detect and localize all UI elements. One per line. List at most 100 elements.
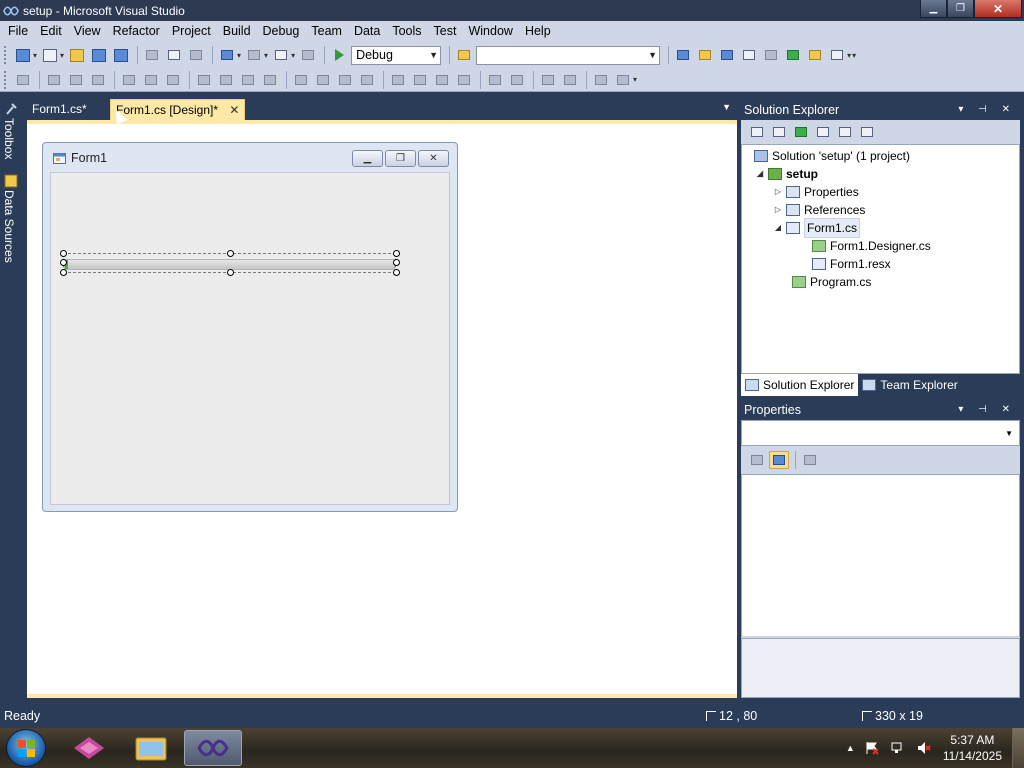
collapse-arrow-icon[interactable]: ◢ xyxy=(772,219,784,237)
undo-dropdown-icon[interactable]: ▾ xyxy=(237,51,241,60)
find-in-files-button[interactable] xyxy=(454,46,474,64)
new-project-dropdown-icon[interactable]: ▾ xyxy=(33,51,37,60)
menu-build[interactable]: Build xyxy=(217,21,257,42)
tab-form1-design[interactable]: Form1.cs [Design]* ✕ xyxy=(110,99,246,120)
undo-button[interactable] xyxy=(217,46,237,64)
make-same-height-button[interactable] xyxy=(238,71,258,89)
resize-handle[interactable] xyxy=(227,269,234,276)
make-vertical-spacing-equal-button[interactable] xyxy=(388,71,408,89)
extension-manager-button[interactable] xyxy=(761,46,781,64)
redo-dropdown-icon[interactable]: ▾ xyxy=(264,51,268,60)
increase-horizontal-spacing-button[interactable] xyxy=(313,71,333,89)
navigate-dropdown-icon[interactable]: ▾ xyxy=(291,51,295,60)
tree-item-program-cs[interactable]: Program.cs xyxy=(792,273,871,291)
volume-muted-icon[interactable] xyxy=(917,741,931,755)
menu-window[interactable]: Window xyxy=(462,21,518,42)
make-same-size-button[interactable] xyxy=(260,71,280,89)
align-to-grid-button[interactable] xyxy=(13,71,33,89)
menu-data[interactable]: Data xyxy=(348,21,386,42)
open-file-button[interactable] xyxy=(67,46,87,64)
resize-handle[interactable] xyxy=(227,250,234,257)
show-desktop-button[interactable] xyxy=(1012,728,1024,768)
categorized-button[interactable] xyxy=(747,451,767,469)
center-vertically-button[interactable] xyxy=(507,71,527,89)
align-lefts-button[interactable] xyxy=(44,71,64,89)
align-middles-button[interactable] xyxy=(141,71,161,89)
toolbox-button[interactable] xyxy=(739,46,759,64)
team-explorer-button[interactable] xyxy=(805,46,825,64)
tab-team-explorer[interactable]: Team Explorer xyxy=(858,374,961,396)
start-debugging-button[interactable] xyxy=(329,46,349,64)
remove-vertical-spacing-button[interactable] xyxy=(454,71,474,89)
start-button[interactable] xyxy=(6,729,46,767)
tree-item-solution[interactable]: Solution 'setup' (1 project) xyxy=(754,147,910,165)
resize-handle[interactable] xyxy=(393,250,400,257)
form1-window[interactable]: Form1 ▁ ❐ ✕ xyxy=(42,142,458,512)
start-page-button[interactable] xyxy=(783,46,803,64)
tree-item-form1-designer[interactable]: Form1.Designer.cs xyxy=(812,237,931,255)
paste-button[interactable] xyxy=(186,46,206,64)
property-grid[interactable] xyxy=(741,474,1020,638)
resize-handle[interactable] xyxy=(60,250,67,257)
tab-list-dropdown-icon[interactable]: ▼ xyxy=(722,102,731,112)
toolbar-grip[interactable] xyxy=(4,46,9,64)
taskbar-app-file-explorer[interactable] xyxy=(122,730,180,766)
show-hidden-icons-icon[interactable]: ▲ xyxy=(846,743,855,753)
data-sources-tab[interactable]: Data Sources xyxy=(2,172,20,263)
refresh-button[interactable] xyxy=(791,123,811,141)
tab-form1-cs[interactable]: Form1.cs* xyxy=(27,99,92,120)
send-to-back-button[interactable] xyxy=(560,71,580,89)
find-combo-box[interactable]: ▼ xyxy=(476,45,661,65)
tab-order-button[interactable] xyxy=(591,71,611,89)
form-maximize-button[interactable]: ❐ xyxy=(385,150,416,167)
solution-explorer-button[interactable] xyxy=(673,46,693,64)
tree-item-references[interactable]: ▷ References xyxy=(772,201,865,219)
menu-debug[interactable]: Debug xyxy=(257,21,306,42)
navigate-forward-button[interactable] xyxy=(298,46,318,64)
tab-solution-explorer[interactable]: Solution Explorer xyxy=(741,374,859,396)
progress-bar-control[interactable] xyxy=(60,250,400,276)
resize-handle[interactable] xyxy=(60,259,67,266)
collapse-arrow-icon[interactable]: ◢ xyxy=(754,165,766,183)
align-rights-button[interactable] xyxy=(88,71,108,89)
center-horizontally-button[interactable] xyxy=(485,71,505,89)
tree-item-project[interactable]: ◢ setup xyxy=(754,165,818,183)
decrease-vertical-spacing-button[interactable] xyxy=(432,71,452,89)
new-project-button[interactable] xyxy=(13,46,33,64)
decrease-horizontal-spacing-button[interactable] xyxy=(335,71,355,89)
solution-configuration-select[interactable]: Debug ▼ xyxy=(351,45,442,65)
object-selector-dropdown[interactable]: ▼ xyxy=(741,420,1020,446)
toolbar-overflow-icon[interactable]: ▾ xyxy=(852,51,856,60)
add-item-dropdown-icon[interactable]: ▾ xyxy=(60,51,64,60)
properties-window-button[interactable] xyxy=(695,46,715,64)
menu-project[interactable]: Project xyxy=(166,21,217,42)
increase-vertical-spacing-button[interactable] xyxy=(410,71,430,89)
form-minimize-button[interactable]: ▁ xyxy=(352,150,383,167)
menu-team[interactable]: Team xyxy=(305,21,348,42)
expand-arrow-icon[interactable]: ▷ xyxy=(772,183,784,201)
resize-handle[interactable] xyxy=(393,259,400,266)
object-browser-button[interactable] xyxy=(717,46,737,64)
copy-button[interactable] xyxy=(164,46,184,64)
tree-item-form1-cs[interactable]: ◢ Form1.cs xyxy=(772,218,861,238)
properties-button[interactable] xyxy=(747,123,767,141)
size-to-grid-button[interactable] xyxy=(216,71,236,89)
maximize-button[interactable]: ❐ xyxy=(947,0,974,18)
toolbar-grip[interactable] xyxy=(4,70,9,89)
remove-horizontal-spacing-button[interactable] xyxy=(357,71,377,89)
menu-edit[interactable]: Edit xyxy=(34,21,68,42)
form-designer-surface[interactable]: Form1 ▁ ❐ ✕ xyxy=(27,120,737,698)
expand-arrow-icon[interactable]: ▷ xyxy=(772,201,784,219)
close-window-button[interactable]: ✕ xyxy=(974,0,1022,18)
navigate-backward-button[interactable] xyxy=(271,46,291,64)
action-center-flag-icon[interactable] xyxy=(865,741,879,755)
make-same-width-button[interactable] xyxy=(194,71,214,89)
resize-handle[interactable] xyxy=(393,269,400,276)
redo-button[interactable] xyxy=(244,46,264,64)
toolbox-tab[interactable]: Toolbox xyxy=(2,100,20,159)
menu-tools[interactable]: Tools xyxy=(386,21,427,42)
taskbar-app-visual-studio-installer[interactable] xyxy=(60,730,118,766)
resize-handle[interactable] xyxy=(60,269,67,276)
menu-file[interactable]: File xyxy=(2,21,34,42)
panel-pin-close-icons[interactable]: ▾ ⊣ ✕ xyxy=(958,400,1016,420)
